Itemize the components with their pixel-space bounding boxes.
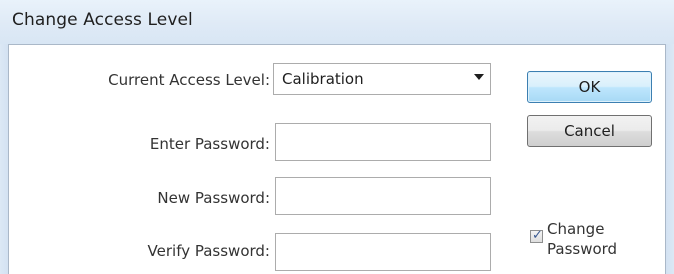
change-password-label-line1[interactable]: Change bbox=[547, 220, 604, 239]
new-password-field[interactable] bbox=[275, 177, 491, 215]
check-icon: ✓ bbox=[532, 228, 543, 243]
change-password-label-line2[interactable]: Password bbox=[547, 240, 617, 259]
cancel-button[interactable]: Cancel bbox=[527, 115, 652, 147]
dialog-body: Current Access Level: Calibration Enter … bbox=[8, 44, 666, 274]
ok-button[interactable]: OK bbox=[527, 71, 652, 103]
enter-password-field[interactable] bbox=[275, 123, 491, 161]
new-password-label: New Password: bbox=[157, 189, 270, 207]
window-frame-right bbox=[666, 44, 674, 274]
verify-password-field[interactable] bbox=[275, 233, 491, 271]
enter-password-label: Enter Password: bbox=[149, 135, 270, 153]
window-frame-left bbox=[0, 44, 8, 274]
current-access-level-label: Current Access Level: bbox=[108, 71, 270, 89]
change-password-checkbox[interactable]: ✓ bbox=[530, 228, 543, 243]
dialog-title: Change Access Level bbox=[12, 10, 193, 30]
current-access-level-value: Calibration bbox=[282, 70, 364, 88]
dialog-titlebar: Change Access Level bbox=[0, 0, 674, 44]
current-access-level-select[interactable]: Calibration bbox=[273, 63, 491, 95]
verify-password-label: Verify Password: bbox=[147, 242, 270, 260]
change-access-level-dialog: Change Access Level Current Access Level… bbox=[0, 0, 674, 274]
chevron-down-icon bbox=[474, 74, 484, 80]
